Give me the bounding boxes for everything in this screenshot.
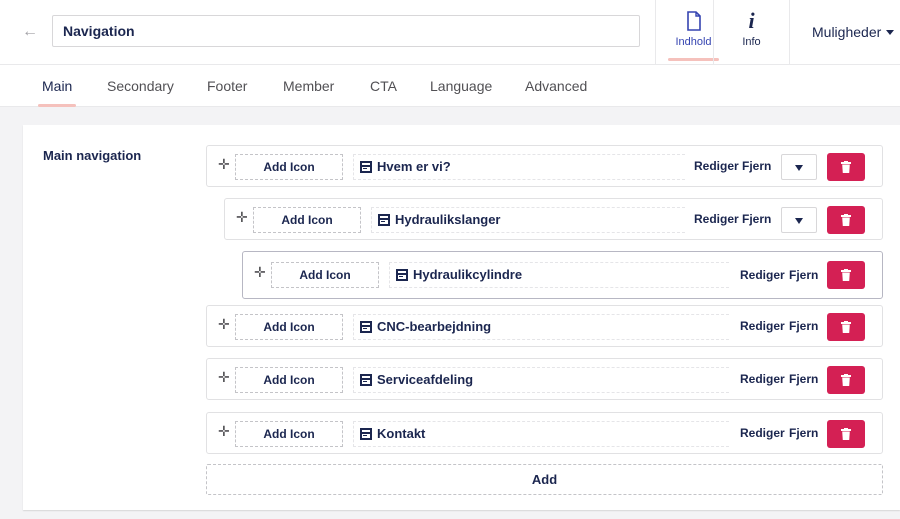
caret-down-icon — [795, 165, 803, 171]
page-title-input[interactable] — [52, 15, 640, 47]
trash-icon — [841, 321, 851, 333]
delete-button[interactable] — [827, 153, 865, 181]
node-name: CNC-bearbejdning — [353, 314, 729, 340]
nav-item: ✛ Add Icon Hydraulikslanger Rediger Fjer… — [224, 198, 883, 240]
tab-advanced[interactable]: Advanced — [525, 78, 587, 94]
nav-item: ✛ Add Icon Hvem er vi? Rediger Fjern — [206, 145, 883, 187]
edit-link[interactable]: Rediger — [740, 372, 785, 386]
tab-secondary[interactable]: Secondary — [107, 78, 174, 94]
node-name: Hydraulikcylindre — [389, 262, 729, 288]
tab-language[interactable]: Language — [430, 78, 492, 94]
add-icon-button[interactable]: Add Icon — [235, 314, 343, 340]
delete-button[interactable] — [827, 206, 865, 234]
node-name-text: CNC-bearbejdning — [377, 319, 492, 334]
active-indicator — [668, 58, 719, 61]
property-label: Main navigation — [43, 148, 142, 163]
node-name-text: Hvem er vi? — [377, 159, 451, 174]
node-name-text: Kontakt — [377, 426, 426, 441]
expand-dropdown[interactable] — [781, 154, 817, 180]
remove-link[interactable]: Fjern — [742, 212, 771, 226]
page-icon — [396, 269, 408, 281]
add-icon-button[interactable]: Add Icon — [235, 154, 343, 180]
drag-handle-icon[interactable]: ✛ — [254, 264, 266, 281]
nav-item: ✛ Add Icon Hydraulikcylindre Rediger Fje… — [242, 251, 883, 299]
trash-icon — [841, 161, 851, 173]
trash-icon — [841, 269, 851, 281]
drag-handle-icon[interactable]: ✛ — [218, 156, 230, 173]
node-name-text: Hydraulikcylindre — [413, 267, 523, 282]
options-menu-button[interactable]: Muligheder — [789, 0, 900, 65]
drag-handle-icon[interactable]: ✛ — [218, 316, 230, 333]
delete-button[interactable] — [827, 366, 865, 394]
page-icon — [360, 374, 372, 386]
app-button-info[interactable]: i Info — [713, 0, 789, 65]
node-name: Serviceafdeling — [353, 367, 729, 393]
remove-link[interactable]: Fjern — [789, 268, 818, 282]
remove-link[interactable]: Fjern — [789, 372, 818, 386]
active-tab-indicator — [38, 104, 77, 107]
page-icon — [378, 214, 390, 226]
caret-down-icon — [795, 218, 803, 224]
page-icon — [360, 321, 372, 333]
trash-icon — [841, 374, 851, 386]
remove-link[interactable]: Fjern — [742, 159, 771, 173]
trash-icon — [841, 214, 851, 226]
drag-handle-icon[interactable]: ✛ — [236, 209, 248, 226]
edit-link[interactable]: Rediger — [694, 212, 739, 226]
editor-header: ← Indhold i Info Muligheder — [0, 0, 900, 65]
node-name: Kontakt — [353, 421, 729, 447]
app-button-info-label: Info — [742, 36, 761, 48]
remove-link[interactable]: Fjern — [789, 319, 818, 333]
drag-handle-icon[interactable]: ✛ — [218, 369, 230, 386]
expand-dropdown[interactable] — [781, 207, 817, 233]
node-name-text: Hydraulikslanger — [395, 212, 501, 227]
page-icon — [360, 428, 372, 440]
node-name-text: Serviceafdeling — [377, 372, 474, 387]
edit-link[interactable]: Rediger — [740, 426, 785, 440]
tab-member[interactable]: Member — [283, 78, 334, 94]
main-navigation-panel: Main navigation ✛ Add Icon Hvem er vi? R… — [23, 125, 900, 510]
delete-button[interactable] — [827, 420, 865, 448]
add-icon-button[interactable]: Add Icon — [235, 367, 343, 393]
tab-bar: Main Secondary Footer Member CTA Languag… — [0, 65, 900, 107]
edit-link[interactable]: Rediger — [740, 268, 785, 282]
add-item-button[interactable]: Add — [206, 464, 883, 495]
trash-icon — [841, 428, 851, 440]
add-icon-button[interactable]: Add Icon — [235, 421, 343, 447]
caret-down-icon — [886, 30, 895, 35]
add-icon-button[interactable]: Add Icon — [253, 207, 361, 233]
info-icon: i — [748, 8, 755, 33]
tab-footer[interactable]: Footer — [207, 78, 247, 94]
node-name: Hvem er vi? — [353, 154, 685, 180]
delete-button[interactable] — [827, 313, 865, 341]
tab-main-label: Main — [42, 78, 73, 94]
document-icon — [686, 11, 701, 31]
back-arrow-icon[interactable]: ← — [22, 22, 42, 42]
add-icon-button[interactable]: Add Icon — [271, 262, 379, 288]
drag-handle-icon[interactable]: ✛ — [218, 423, 230, 440]
page-icon — [360, 161, 372, 173]
node-name: Hydraulikslanger — [371, 207, 685, 233]
tab-cta[interactable]: CTA — [370, 78, 397, 94]
nav-item: ✛ Add Icon CNC-bearbejdning Rediger Fjer… — [206, 305, 883, 347]
delete-button[interactable] — [827, 261, 865, 289]
nav-item: ✛ Add Icon Serviceafdeling Rediger Fjern — [206, 358, 883, 400]
options-label: Muligheder — [812, 24, 882, 40]
edit-link[interactable]: Rediger — [694, 159, 739, 173]
remove-link[interactable]: Fjern — [789, 426, 818, 440]
tab-main[interactable]: Main — [38, 78, 77, 107]
edit-link[interactable]: Rediger — [740, 319, 785, 333]
nav-item: ✛ Add Icon Kontakt Rediger Fjern — [206, 412, 883, 454]
